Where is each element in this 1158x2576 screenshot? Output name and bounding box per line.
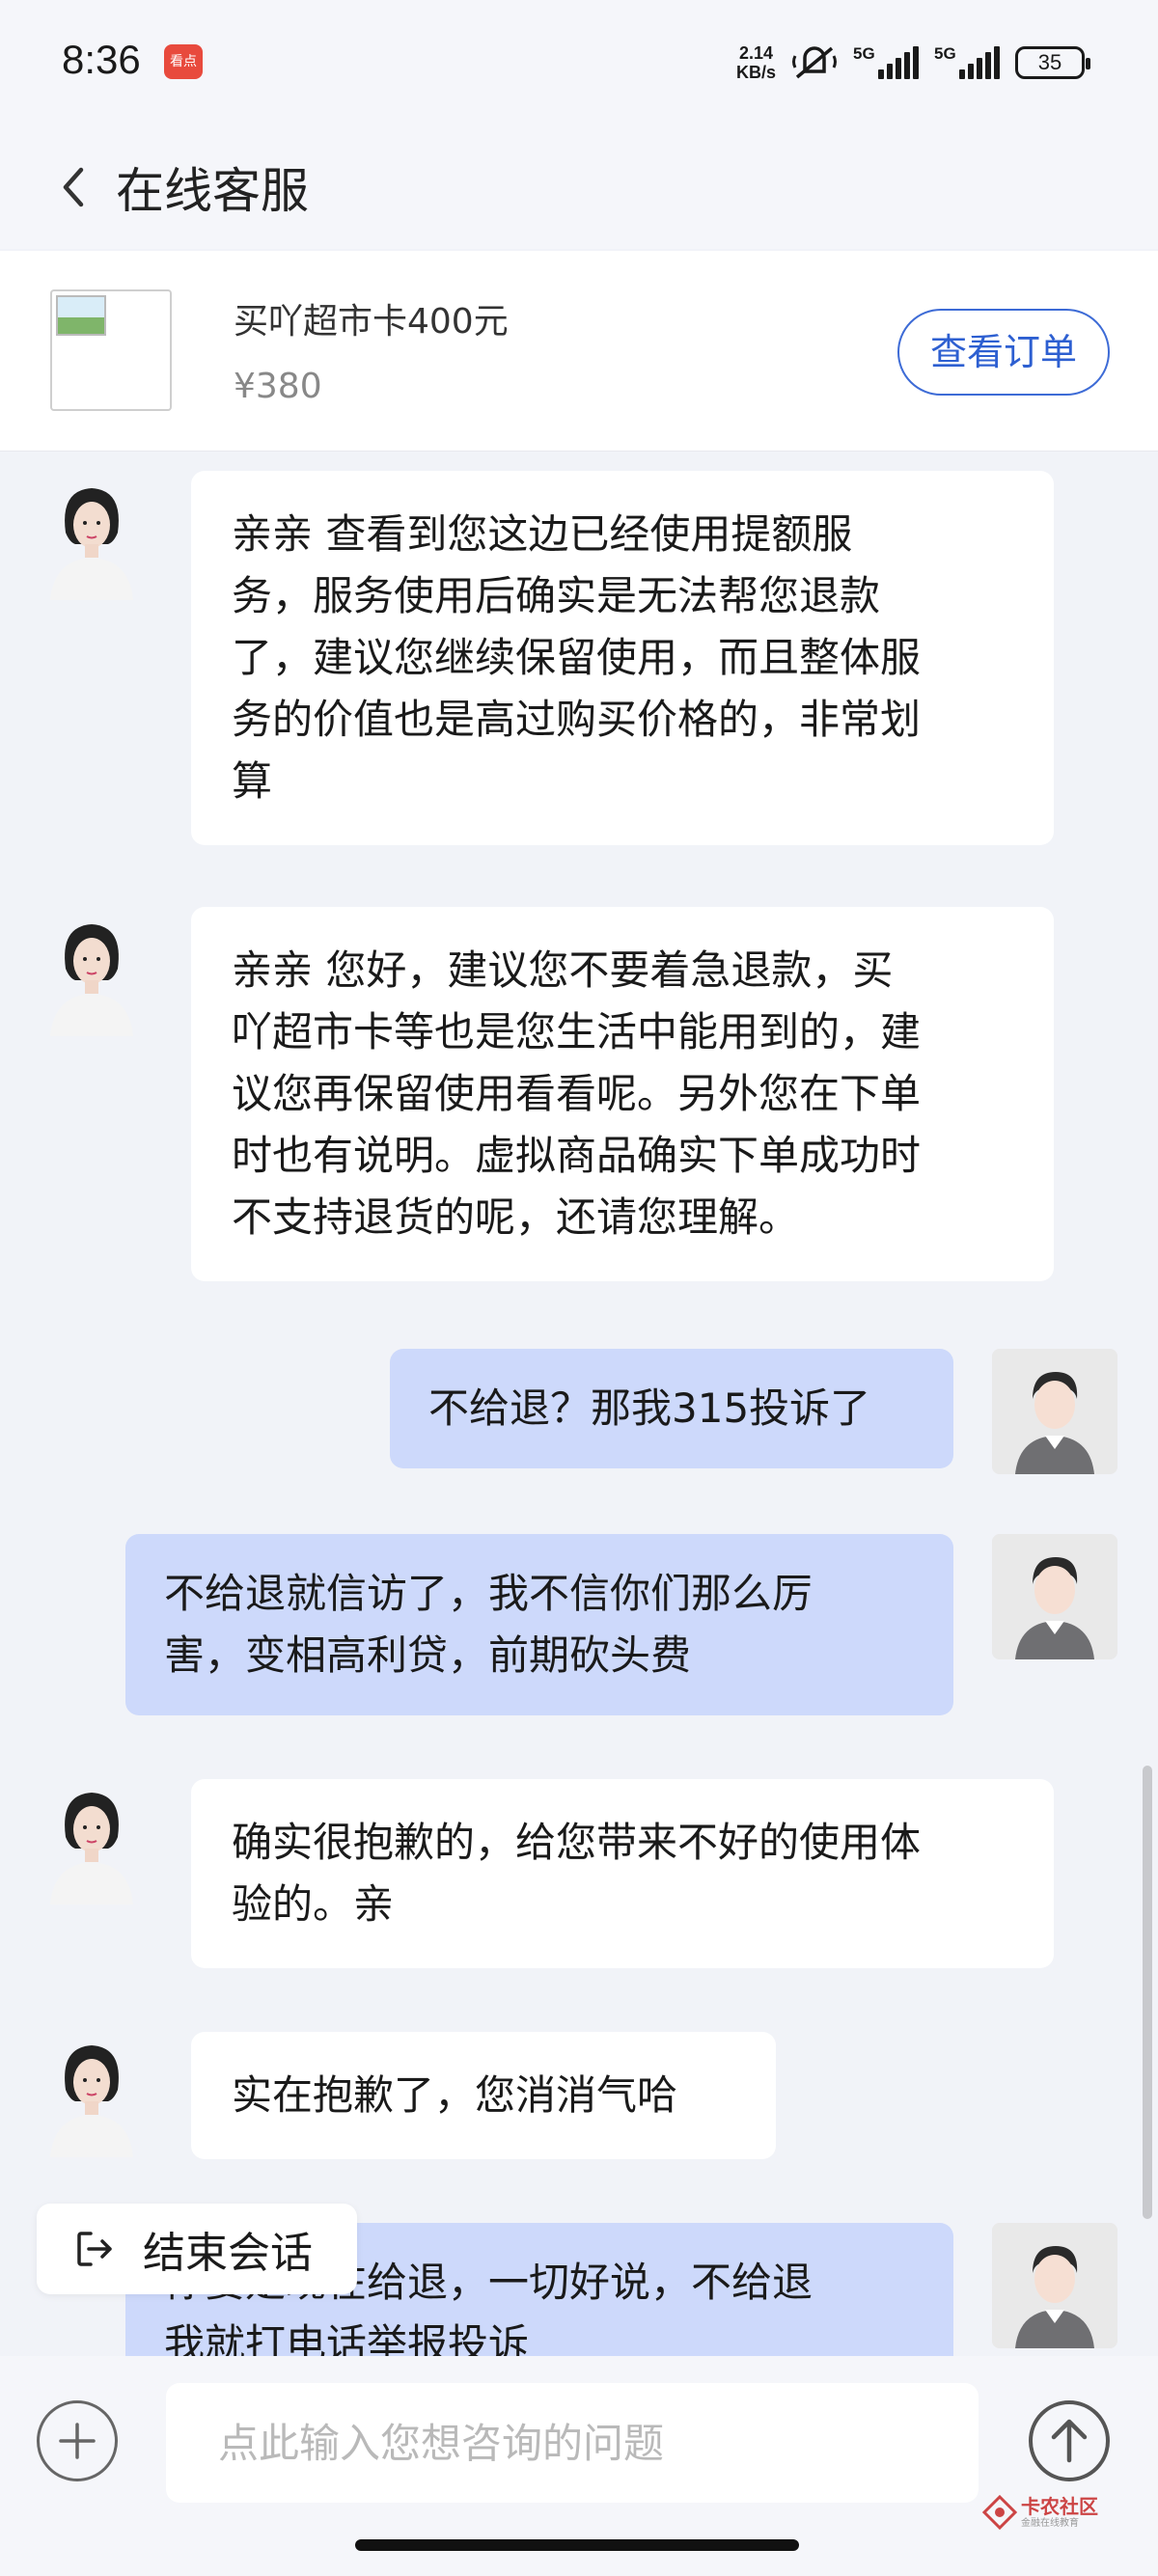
product-card[interactable]: 买吖超市卡400元 ¥380 查看订单	[0, 251, 1158, 452]
signal-1-tag: 5G	[853, 44, 875, 63]
mute-vibrate-icon	[792, 46, 837, 79]
page-title: 在线客服	[116, 163, 309, 219]
agent-message-bubble: 确实很抱歉的，给您带来不好的使用体 验的。亲	[191, 1779, 1054, 1968]
app-notification-icon: 看点	[164, 44, 203, 79]
chevron-left-icon	[63, 167, 84, 207]
signal-2-icon: 5G	[934, 44, 1000, 79]
product-price: ¥380	[234, 367, 322, 406]
end-session-label: 结束会话	[143, 2229, 313, 2278]
product-image	[50, 289, 172, 411]
user-avatar	[992, 2223, 1117, 2348]
top-app-bar: 在线客服	[0, 125, 1158, 249]
agent-message-bubble: 亲亲 您好，建议您不要着急退款，买 吖超市卡等也是您生活中能用到的，建 议您再保…	[191, 907, 1054, 1281]
watermark-icon	[982, 2495, 1017, 2530]
product-name: 买吖超市卡400元	[234, 302, 509, 342]
end-session-button[interactable]: 结束会话	[37, 2204, 357, 2294]
chat-messages[interactable]: 亲亲 查看到您这边已经使用提额服 务，服务使用后确实是无法帮您退款 了，建议您继…	[0, 453, 1158, 2356]
send-button[interactable]	[1029, 2400, 1110, 2481]
chat-scrollbar[interactable]	[1143, 1766, 1152, 2219]
battery-icon: 35	[1015, 46, 1090, 79]
signal-1-icon: 5G	[853, 44, 919, 79]
add-attachment-button[interactable]	[37, 2400, 118, 2481]
home-indicator[interactable]	[355, 2539, 799, 2551]
network-speed-value: 2.14	[738, 43, 774, 63]
agent-avatar	[29, 1779, 154, 1905]
network-speed: 2.14 KB/s	[736, 43, 776, 82]
user-message-bubble: 不给退就信访了，我不信你们那么厉 害，变相高利贷，前期砍头费	[125, 1534, 953, 1715]
back-button[interactable]	[54, 158, 93, 216]
user-avatar	[992, 1534, 1117, 1659]
status-time: 8:36	[62, 37, 141, 82]
user-message-bubble: 不给退？那我315投诉了	[390, 1349, 953, 1468]
agent-avatar	[29, 911, 154, 1036]
status-bar: 8:36 看点 2.14 KB/s 5G 5G 35	[0, 0, 1158, 125]
network-speed-unit: KB/s	[735, 63, 776, 82]
signal-2-tag: 5G	[934, 44, 956, 63]
view-order-button[interactable]: 查看订单	[897, 309, 1110, 396]
agent-message-bubble: 亲亲 查看到您这边已经使用提额服 务，服务使用后确实是无法帮您退款 了，建议您继…	[191, 471, 1054, 845]
agent-message-bubble: 实在抱歉了，您消消气哈	[191, 2032, 776, 2159]
logout-icon	[77, 2232, 112, 2266]
watermark-logo: 卡农社区 金融在线教育	[982, 2491, 1108, 2535]
plus-icon	[59, 2423, 96, 2459]
status-icons: 2.14 KB/s 5G 5G 35	[736, 41, 1090, 85]
message-input[interactable]	[166, 2383, 979, 2503]
agent-avatar	[29, 2032, 154, 2157]
arrow-up-icon	[1051, 2419, 1088, 2463]
user-avatar	[992, 1349, 1117, 1474]
agent-avatar	[29, 475, 154, 600]
watermark-subtitle: 金融在线教育	[1021, 2518, 1079, 2529]
